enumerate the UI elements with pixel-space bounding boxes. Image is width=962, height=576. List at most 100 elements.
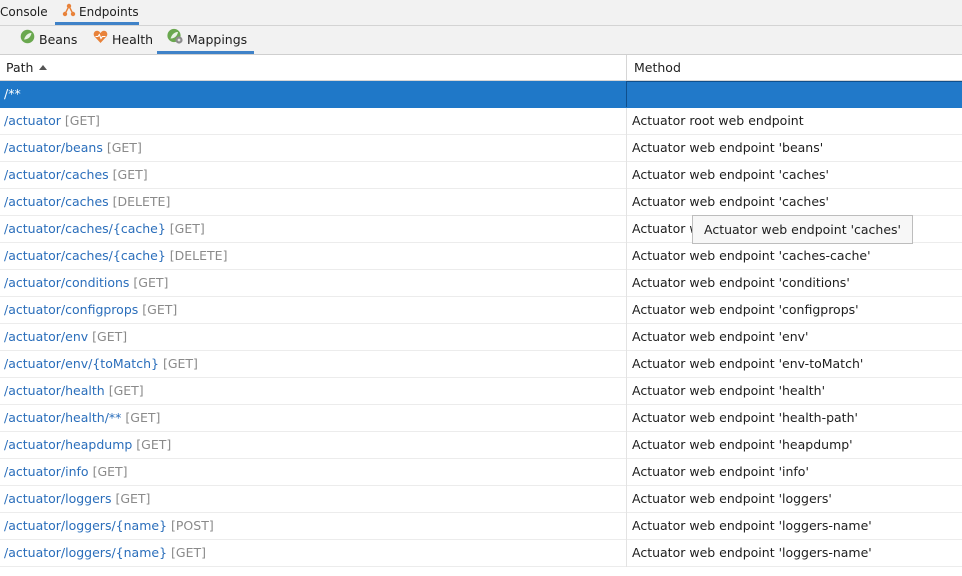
- cell-divider: [626, 216, 627, 243]
- table-row[interactable]: /actuator/caches [GET] Actuator web endpo…: [0, 162, 962, 189]
- row-http-verb: [DELETE]: [112, 194, 171, 209]
- tab-endpoints-label: Endpoints: [79, 5, 139, 19]
- row-path[interactable]: /actuator/loggers/{name}: [4, 545, 167, 560]
- heart-icon: [93, 26, 108, 54]
- row-path[interactable]: /actuator/configprops: [4, 302, 138, 317]
- row-path[interactable]: /actuator/caches: [4, 194, 109, 209]
- endpoints-icon: [62, 1, 76, 25]
- table-row[interactable]: /actuator/heapdump [GET] Actuator web end…: [0, 432, 962, 459]
- cell-divider: [626, 270, 627, 297]
- row-path[interactable]: /actuator/beans: [4, 140, 103, 155]
- row-path-cell: /actuator/info [GET]: [4, 459, 128, 485]
- table-row[interactable]: /actuator/info [GET] Actuator web endpoin…: [0, 459, 962, 486]
- table-row[interactable]: /actuator/conditions [GET] Actuator web e…: [0, 270, 962, 297]
- tab-health-label: Health: [112, 32, 154, 47]
- row-http-verb: [GET]: [108, 383, 144, 398]
- cell-divider: [626, 297, 627, 324]
- cell-divider: [626, 135, 627, 162]
- row-method: Actuator web endpoint 'info': [632, 464, 809, 479]
- column-divider[interactable]: [626, 55, 627, 80]
- row-path: /**: [4, 86, 21, 101]
- row-path-cell: /actuator/caches/{cache} [DELETE]: [4, 243, 227, 269]
- row-http-verb: [GET]: [92, 464, 128, 479]
- table-row[interactable]: /actuator/health/** [GET] Actuator web en…: [0, 405, 962, 432]
- row-path[interactable]: /actuator/caches: [4, 167, 109, 182]
- row-method: Actuator web endpoint 'health': [632, 383, 826, 398]
- table-row[interactable]: /actuator/health [GET] Actuator web endpo…: [0, 378, 962, 405]
- table-row-selected[interactable]: /**: [0, 81, 962, 108]
- row-method: Actuator web endpoint 'heapdump': [632, 437, 853, 452]
- mappings-table-header: Path Method: [0, 55, 962, 81]
- row-path-cell: /actuator/env/{toMatch} [GET]: [4, 351, 198, 377]
- row-http-verb: [GET]: [64, 113, 100, 128]
- mappings-table-body: /** /actuator [GET] Actuator root web end…: [0, 81, 962, 567]
- row-path-cell: /actuator/heapdump [GET]: [4, 432, 171, 458]
- row-path-cell: /actuator/beans [GET]: [4, 135, 142, 161]
- column-header-method[interactable]: Method: [634, 55, 681, 80]
- row-path[interactable]: /actuator/caches/{cache}: [4, 221, 166, 236]
- cell-divider: [626, 189, 627, 216]
- row-path[interactable]: /actuator/health: [4, 383, 105, 398]
- table-row[interactable]: /actuator [GET] Actuator root web endpoin…: [0, 108, 962, 135]
- tab-console-label: Console: [0, 5, 48, 19]
- table-row[interactable]: /actuator/loggers/{name} [GET] Actuator w…: [0, 540, 962, 567]
- cell-divider: [626, 378, 627, 405]
- row-path-cell: /actuator/configprops [GET]: [4, 297, 177, 323]
- row-http-verb: [GET]: [171, 545, 206, 560]
- column-header-method-label: Method: [634, 60, 681, 75]
- cell-divider: [626, 486, 627, 513]
- row-http-verb: [GET]: [136, 437, 172, 452]
- row-method: Actuator w: [632, 221, 700, 236]
- row-path[interactable]: /actuator/env/{toMatch}: [4, 356, 159, 371]
- row-path-cell: /actuator/caches/{cache} [GET]: [4, 216, 205, 242]
- row-path[interactable]: /actuator/info: [4, 464, 89, 479]
- row-path[interactable]: /actuator/env: [4, 329, 88, 344]
- cell-divider: [626, 108, 627, 135]
- row-method-cell-focused: [626, 81, 962, 107]
- row-path[interactable]: /actuator/heapdump: [4, 437, 132, 452]
- row-http-verb: [GET]: [115, 491, 151, 506]
- method-tooltip: Actuator web endpoint 'caches': [692, 215, 913, 244]
- sort-ascending-icon: [39, 64, 48, 70]
- row-method: Actuator root web endpoint: [632, 113, 804, 128]
- tab-console[interactable]: Console: [0, 0, 48, 25]
- table-row[interactable]: /actuator/env [GET] Actuator web endpoint…: [0, 324, 962, 351]
- tab-endpoints[interactable]: Endpoints: [55, 0, 139, 25]
- row-http-verb: [GET]: [106, 140, 142, 155]
- table-row[interactable]: /actuator/env/{toMatch} [GET] Actuator we…: [0, 351, 962, 378]
- table-row[interactable]: /actuator/caches [DELETE] Actuator web en…: [0, 189, 962, 216]
- column-header-path[interactable]: Path: [6, 55, 48, 80]
- table-row[interactable]: /actuator/configprops [GET] Actuator web …: [0, 297, 962, 324]
- cell-divider: [626, 324, 627, 351]
- row-path[interactable]: /actuator/health/**: [4, 410, 121, 425]
- tab-health[interactable]: Health: [93, 26, 155, 54]
- row-path-cell: /actuator/loggers [GET]: [4, 486, 150, 512]
- tab-mappings-label: Mappings: [187, 32, 248, 47]
- table-row[interactable]: /actuator/loggers [GET] Actuator web endp…: [0, 486, 962, 513]
- tab-mappings[interactable]: Mappings: [157, 26, 254, 54]
- row-method: Actuator web endpoint 'caches-cache': [632, 248, 871, 263]
- row-path-cell: /actuator/env [GET]: [4, 324, 127, 350]
- row-path[interactable]: /actuator/loggers: [4, 491, 111, 506]
- row-http-verb: [GET]: [142, 302, 178, 317]
- tab-beans-label: Beans: [39, 32, 78, 47]
- row-path-cell: /actuator [GET]: [4, 108, 100, 134]
- row-http-verb: [GET]: [169, 221, 205, 236]
- cell-divider: [626, 405, 627, 432]
- row-http-verb: [POST]: [171, 518, 214, 533]
- cell-divider: [626, 432, 627, 459]
- cell-divider: [626, 513, 627, 540]
- column-header-path-label: Path: [6, 60, 34, 75]
- row-path[interactable]: /actuator/conditions: [4, 275, 129, 290]
- row-path[interactable]: /actuator/loggers/{name}: [4, 518, 167, 533]
- row-http-verb: [GET]: [162, 356, 198, 371]
- table-row[interactable]: /actuator/loggers/{name} [POST] Actuator …: [0, 513, 962, 540]
- table-row[interactable]: /actuator/beans [GET] Actuator web endpoi…: [0, 135, 962, 162]
- row-path[interactable]: /actuator/caches/{cache}: [4, 248, 166, 263]
- table-row[interactable]: /actuator/caches/{cache} [DELETE] Actuato…: [0, 243, 962, 270]
- row-method: Actuator web endpoint 'env-toMatch': [632, 356, 864, 371]
- tab-beans[interactable]: Beans: [20, 26, 82, 54]
- row-path-cell: /actuator/caches [DELETE]: [4, 189, 170, 215]
- row-method: Actuator web endpoint 'loggers-name': [632, 545, 872, 560]
- row-path[interactable]: /actuator: [4, 113, 61, 128]
